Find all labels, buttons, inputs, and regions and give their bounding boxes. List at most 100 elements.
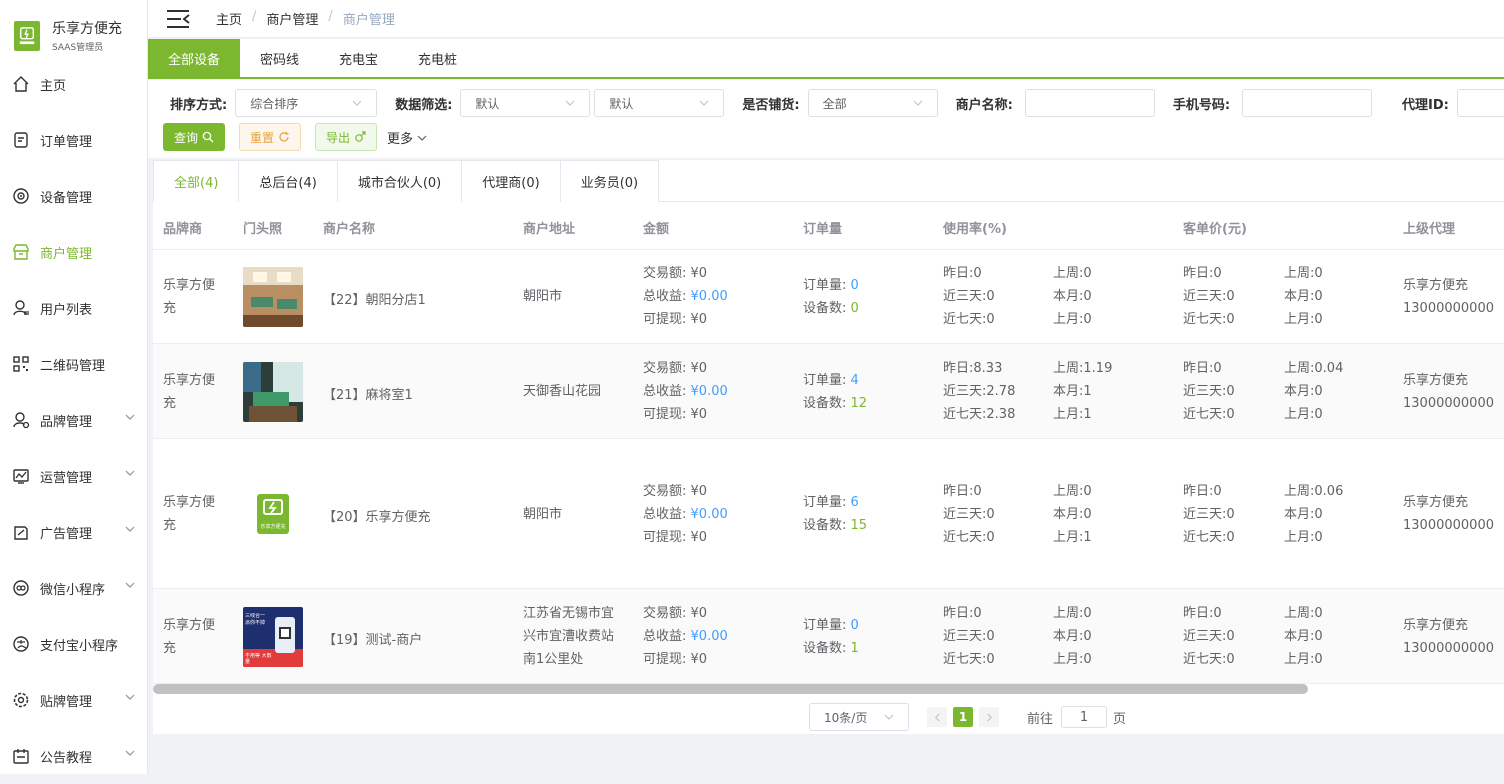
page-size-select[interactable]: 10条/页 [809,703,909,731]
ad-poster-tagline: 不用等 大数量 [245,653,272,665]
brand-cell: 乐享方便充 [163,495,216,533]
menu-collapse-icon[interactable] [166,9,190,29]
sidebar-item-qrcode[interactable]: 二维码管理 [0,336,147,392]
sidebar-item-home[interactable]: 主页 [0,56,147,112]
chevron-down-icon [913,100,923,106]
amount-cell: 交易额: ¥0 总收益: ¥0.00 可提现: ¥0 [643,266,728,327]
sidebar-item-label: 公告教程 [40,750,93,766]
agent-id-input[interactable] [1456,89,1504,117]
storefront-photo[interactable]: 三线合一 派你不掉 不用等 大数量 [243,607,303,667]
page-number-current[interactable]: 1 [953,707,973,727]
sidebar-item-alipay[interactable]: 支付宝小程序 [0,616,147,672]
breadcrumb: 主页 / 商户管理 / 商户管理 [216,9,395,28]
sidebar-item-merchants[interactable]: 商户管理 [0,224,147,280]
query-button[interactable]: 查询 [163,123,226,151]
tab-all-devices[interactable]: 全部设备 [148,39,241,77]
sidebar-item-label: 商户管理 [40,246,93,262]
storefront-photo[interactable]: 乐享方便充 [243,484,303,544]
merchant-address: 朝阳市 [523,285,562,308]
avg-price-cell: 昨日:0 近三天:0 近七天:0 [1183,266,1235,327]
table-row[interactable]: 乐享方便充 【21】麻将室1 天御香山花园 交易额: ¥0 总收益: ¥0.00… [153,344,1504,439]
sidebar-item-devices[interactable]: 设备管理 [0,168,147,224]
goto-page-input[interactable]: 1 [1061,706,1108,728]
tab-password-cable[interactable]: 密码线 [240,39,319,77]
merchant-name[interactable]: 【22】朝阳分店1 [323,289,426,308]
tab-city-partner[interactable]: 城市合伙人(0) [336,160,463,202]
sidebar-item-label: 广告管理 [40,526,93,542]
tab-charging-pile[interactable]: 充电桩 [398,39,477,77]
order-count-cell: 订单量: 0 设备数: 0 [803,278,859,316]
shop-icon [12,243,30,261]
column-header: 门头照 [243,222,283,237]
table-row[interactable]: 乐享方便充 乐享方便充 【20】乐享方便充 朝阳市 交易额: ¥0 总收益: ¥… [153,439,1504,589]
more-filters-toggle[interactable]: 更多 [387,128,427,147]
merchant-name-input[interactable] [1024,89,1155,117]
sidebar-item-users[interactable]: 用户列表 [0,280,147,336]
stock-select[interactable]: 全部 [807,89,938,117]
sidebar-item-label: 二维码管理 [40,358,106,374]
breadcrumb-section[interactable]: 商户管理 [266,9,318,28]
tab-salesman[interactable]: 业务员(0) [559,160,660,202]
reset-button[interactable]: 重置 [239,123,302,151]
avg-price-cell: 昨日:0 近三天:0 近七天:0 [1183,606,1235,667]
brand-user-icon [12,411,30,429]
storefront-photo[interactable] [243,362,303,422]
prev-page-button[interactable] [927,707,947,727]
column-header: 金额 [643,222,670,237]
filter-panel: 排序方式: 综合排序 数据筛选: 默认 默认 是否铺货: 全部 商户名称: 手机… [148,80,1504,158]
sidebar-item-oem[interactable]: 贴牌管理 [0,672,147,728]
alipay-icon [12,635,30,653]
data-filter-select-2[interactable]: 默认 [594,89,725,117]
stock-value: 全部 [822,96,847,111]
search-icon [202,131,214,143]
avg-price-cell-2: 上周:0.06 本月:0 上月:0 [1284,484,1344,545]
sidebar-item-orders[interactable]: 订单管理 [0,112,147,168]
tab-power-bank[interactable]: 充电宝 [319,39,398,77]
next-page-button[interactable] [979,707,999,727]
phone-input[interactable] [1242,89,1373,117]
sidebar-item-wechat[interactable]: 微信小程序 [0,560,147,616]
tab-agent[interactable]: 代理商(0) [461,160,561,202]
horizontal-scrollbar[interactable] [153,684,1308,694]
sort-select[interactable]: 综合排序 [235,89,378,117]
merchant-name[interactable]: 【20】乐享方便充 [323,506,431,525]
merchant-address: 天御香山花园 [523,380,601,403]
chevron-right-icon [986,712,992,722]
sidebar: 乐享方便充 SAAS管理员 主页 订单管理 设备管理 商户管理 用户列表 二维码… [0,0,148,774]
merchant-name[interactable]: 【19】测试-商户 [323,629,422,648]
breadcrumb-home[interactable]: 主页 [216,9,242,28]
data-filter-value: 默认 [475,96,500,111]
sidebar-item-notice[interactable]: 公告教程 [0,728,147,784]
gear-icon [12,691,30,709]
export-button[interactable]: 导出 [315,123,378,151]
sidebar-item-label: 微信小程序 [40,582,106,598]
document-icon [12,131,30,149]
sidebar-item-label: 订单管理 [40,134,93,150]
merchant-name-label: 商户名称: [955,97,1013,113]
logo-caption: 乐享方便充 [260,524,286,530]
column-header: 品牌商 [163,222,203,237]
table-row[interactable]: 乐享方便充 【22】朝阳分店1 朝阳市 交易额: ¥0 总收益: ¥0.00 可… [153,249,1504,344]
parent-agent-cell: 乐享方便充 13000000000 [1403,278,1494,316]
chevron-down-icon [125,750,135,756]
storefront-photo[interactable] [243,267,303,327]
avg-price-cell: 昨日:0 近三天:0 近七天:0 [1183,484,1235,545]
sidebar-item-brand[interactable]: 品牌管理 [0,392,147,448]
brand-cell: 乐享方便充 [163,618,216,656]
tab-headquarters[interactable]: 总后台(4) [238,160,338,202]
data-filter-select-1[interactable]: 默认 [460,89,591,117]
table-row[interactable]: 乐享方便充 三线合一 派你不掉 不用等 大数量 【19】测试-商户 江苏省无锡市宜兴… [153,589,1504,684]
merchant-name[interactable]: 【21】麻将室1 [323,384,413,403]
usage-rate-cell: 昨日:8.33 近三天:2.78 近七天:2.38 [943,361,1016,422]
agent-id-label: 代理ID: [1402,97,1449,113]
sidebar-item-ads[interactable]: 广告管理 [0,504,147,560]
merchant-table-panel: 全部(4) 总后台(4) 城市合伙人(0) 代理商(0) 业务员(0) 品牌商 … [153,160,1504,774]
chart-icon [12,467,30,485]
sidebar-item-operations[interactable]: 运营管理 [0,448,147,504]
tab-all[interactable]: 全部(4) [153,160,240,202]
parent-agent-cell: 乐享方便充 13000000000 [1403,618,1494,656]
chevron-down-icon [565,100,575,106]
sidebar-item-label: 贴牌管理 [40,694,93,710]
sidebar-item-label: 品牌管理 [40,414,93,430]
address-line: 南1公里处 [523,652,584,667]
